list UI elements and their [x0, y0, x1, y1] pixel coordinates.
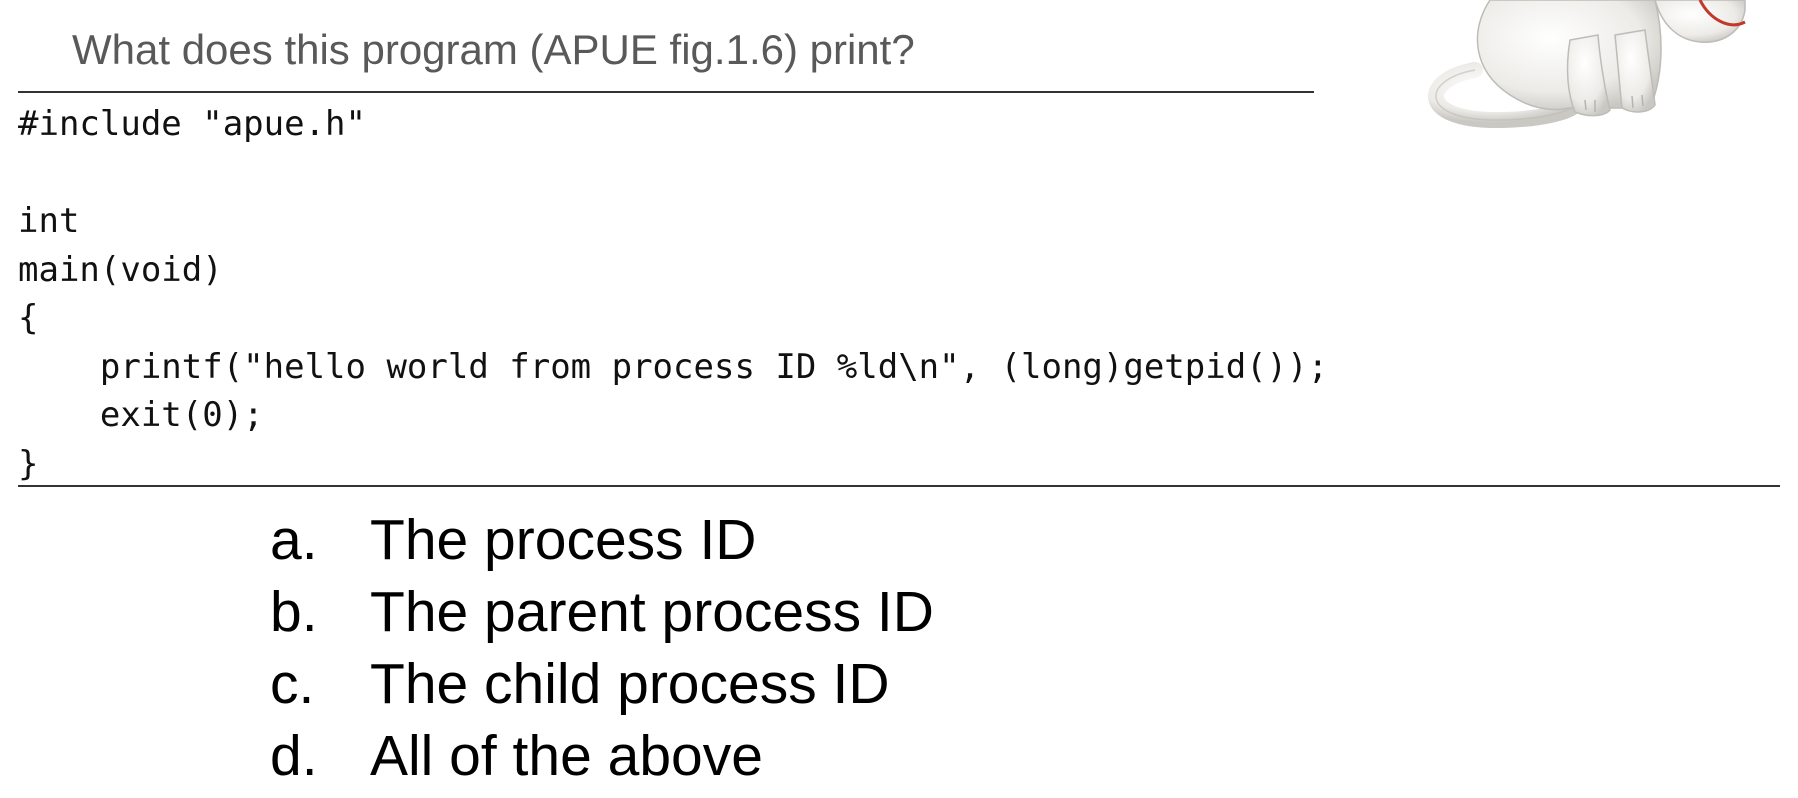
top-divider: [18, 91, 1314, 93]
code-line: }: [18, 443, 39, 484]
option-d: d. All of the above: [270, 720, 934, 792]
option-letter: d.: [270, 724, 318, 788]
code-line: exit(0);: [18, 395, 264, 435]
bottom-divider: [18, 485, 1780, 487]
code-line: #include "apue.h": [18, 104, 366, 144]
cat-mascot-icon: [1428, 0, 1746, 129]
code-listing: #include "apue.h" int main(void) { print…: [18, 100, 1328, 488]
code-line: {: [18, 298, 39, 338]
option-letter: c.: [270, 652, 315, 716]
option-b: b. The parent process ID: [270, 576, 934, 648]
code-line: printf("hello world from process ID %ld\…: [18, 346, 1329, 387]
option-c: c. The child process ID: [270, 648, 934, 720]
option-letter: a.: [270, 508, 318, 572]
option-text: The parent process ID: [370, 580, 934, 644]
option-text: All of the above: [370, 724, 763, 788]
code-line: int: [18, 201, 80, 241]
option-a: a. The process ID: [270, 504, 934, 576]
code-line: main(void): [18, 249, 223, 290]
answer-options: a. The process ID b. The parent process ID…: [270, 504, 934, 792]
option-text: The child process ID: [370, 652, 890, 716]
question-title: What does this program (APUE fig.1.6) pr…: [72, 26, 915, 73]
option-text: The process ID: [370, 508, 757, 572]
option-letter: b.: [270, 580, 318, 644]
